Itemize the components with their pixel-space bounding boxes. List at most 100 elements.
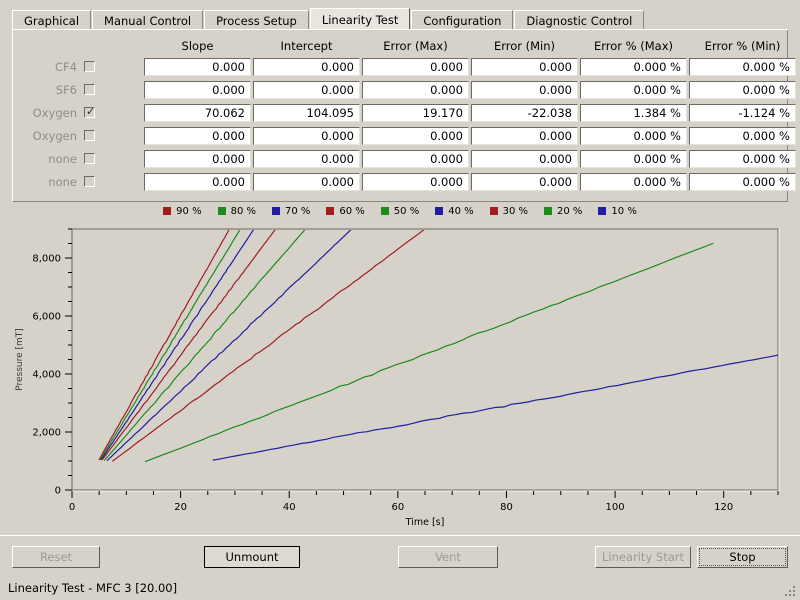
legend-label: 60 % [339,205,365,217]
legend-item: 40 % [435,205,474,217]
row-label: SF6 [55,83,77,97]
row-label: none [48,175,77,189]
table-row: Oxygen ✓ 70.062 104.095 19.170 -22.038 1.384 %… [13,102,796,125]
linearity-chart: 0 2,000 4,000 6,000 8,000 0 20 40 60 80 100 120 Time… [0,220,800,530]
legend-swatch-icon [489,207,498,215]
cell-error-max[interactable]: 0.000 % [580,81,687,99]
cell-slope[interactable]: 0.000 [144,127,251,145]
table-rows: CF4✓0.0000.0000.0000.0000.000 %0.000 %SF… [13,56,796,194]
table-column-headers: Slope Intercept Error (Max) Error (Min) Erro… [13,38,789,54]
cell-error-max[interactable]: 0.000 [362,58,469,76]
legend-swatch-icon [544,207,553,215]
button-bar: Reset Unmount Vent Linearity Start Stop [0,535,800,579]
x-axis-tick-label: 20 [174,502,187,513]
cell-error-min[interactable]: -22.038 [471,104,578,122]
cell-error-min[interactable]: 0.000 % [689,127,796,145]
table-row: CF4✓0.0000.0000.0000.0000.000 %0.000 % [13,56,796,79]
cell-error-min[interactable]: 0.000 % [689,58,796,76]
x-axis-tick-label: 100 [606,502,625,513]
cell-error-max[interactable]: 0.000 % [580,150,687,168]
reset-button: Reset [12,546,100,568]
cell-error-max[interactable]: 0.000 [362,173,469,191]
column-header-error-max: Error % (Max) [593,39,674,53]
legend-item: 80 % [217,205,256,217]
row-enable-checkbox[interactable]: ✓ [84,153,95,164]
row-enable-checkbox[interactable]: ✓ [84,130,95,141]
cell-slope[interactable]: 0.000 [144,150,251,168]
x-axis-tick-label: 120 [714,502,733,513]
row-label: CF4 [55,60,77,74]
cell-error-max[interactable]: 1.384 % [580,104,687,122]
status-text: Linearity Test - MFC 3 [20.00] [8,581,178,595]
row-enable-checkbox[interactable]: ✓ [84,61,95,72]
column-header-slope: Slope [181,39,214,53]
cell-error-max[interactable]: 0.000 [362,150,469,168]
status-bar: Linearity Test - MFC 3 [20.00] [0,578,800,600]
cell-error-max[interactable]: 0.000 [362,81,469,99]
y-axis-title: Pressure [mT] [15,328,25,391]
table-row: none✓0.0000.0000.0000.0000.000 %0.000 % [13,171,796,194]
row-enable-checkbox[interactable]: ✓ [84,84,95,95]
legend-label: 20 % [557,205,583,217]
cell-slope[interactable]: 70.062 [144,104,251,122]
cell-error-max[interactable]: 0.000 [362,127,469,145]
y-axis-tick-label: 4,000 [32,370,61,381]
legend-swatch-icon [435,207,444,215]
row-enable-checkbox[interactable]: ✓ [84,105,96,118]
legend-label: 10 % [611,205,637,217]
cell-error-max[interactable]: 0.000 % [580,127,687,145]
row-label: Oxygen [32,106,77,120]
x-axis-title: Time [s] [405,517,445,528]
linearity-start-button: Linearity Start [595,546,691,568]
cell-intercept[interactable]: 0.000 [253,127,360,145]
tab-bar: Graphical Manual Control Process Setup Line… [0,0,800,32]
legend-label: 80 % [230,205,256,217]
column-header-intercept: Intercept [280,39,333,53]
cell-error-min[interactable]: 0.000 % [689,150,796,168]
cell-intercept[interactable]: 104.095 [253,104,360,122]
vent-button: Vent [398,546,498,568]
legend-label: 30 % [502,205,529,217]
resize-grip-icon[interactable] [783,584,797,598]
checkmark-icon: ✓ [86,105,96,118]
cell-intercept[interactable]: 0.000 [253,173,360,191]
linearity-results-panel: Slope Intercept Error (Max) Error (Min) Erro… [12,30,796,202]
cell-slope[interactable]: 0.000 [144,173,251,191]
legend-swatch-icon [598,207,607,215]
y-axis-tick-label: 2,000 [32,428,61,439]
legend-item: 60 % [326,205,365,217]
unmount-button[interactable]: Unmount [204,546,300,568]
cell-error-min[interactable]: 0.000 % [689,81,796,99]
y-axis-tick-label: 8,000 [32,254,61,265]
legend-label: 90 % [176,205,202,217]
cell-error-min[interactable]: 0.000 [471,58,578,76]
stop-button[interactable]: Stop [697,546,788,568]
y-axis-tick-label: 0 [55,486,61,497]
column-header-error-max: Error (Max) [383,39,448,53]
cell-intercept[interactable]: 0.000 [253,150,360,168]
legend-label: 70 % [284,205,311,217]
cell-error-max[interactable]: 0.000 % [580,173,687,191]
legend-item: 50 % [380,206,419,217]
row-label: none [48,152,77,166]
legend-item: 20 % [544,206,582,217]
cell-error-min[interactable]: 0.000 [471,127,578,145]
cell-slope[interactable]: 0.000 [144,58,251,76]
legend-swatch-icon [380,207,389,215]
x-axis-tick-label: 0 [69,502,75,513]
cell-slope[interactable]: 0.000 [144,81,251,99]
legend-label: 40 % [448,205,474,217]
cell-intercept[interactable]: 0.000 [253,58,360,76]
button-bar-separator [0,535,800,536]
cell-error-max[interactable]: 19.170 [362,104,469,122]
cell-error-max[interactable]: 0.000 % [580,58,687,76]
cell-error-min[interactable]: 0.000 [471,173,578,191]
cell-error-min[interactable]: 0.000 % [689,173,796,191]
row-enable-checkbox[interactable]: ✓ [84,176,95,187]
column-header-error-min: Error % (Min) [704,39,781,53]
cell-error-min[interactable]: 0.000 [471,150,578,168]
chart-svg: 0 2,000 4,000 6,000 8,000 0 20 40 60 80 100 120 Time… [15,228,780,528]
cell-error-min[interactable]: 0.000 [471,81,578,99]
cell-error-min[interactable]: -1.124 % [689,104,796,122]
cell-intercept[interactable]: 0.000 [253,81,360,99]
